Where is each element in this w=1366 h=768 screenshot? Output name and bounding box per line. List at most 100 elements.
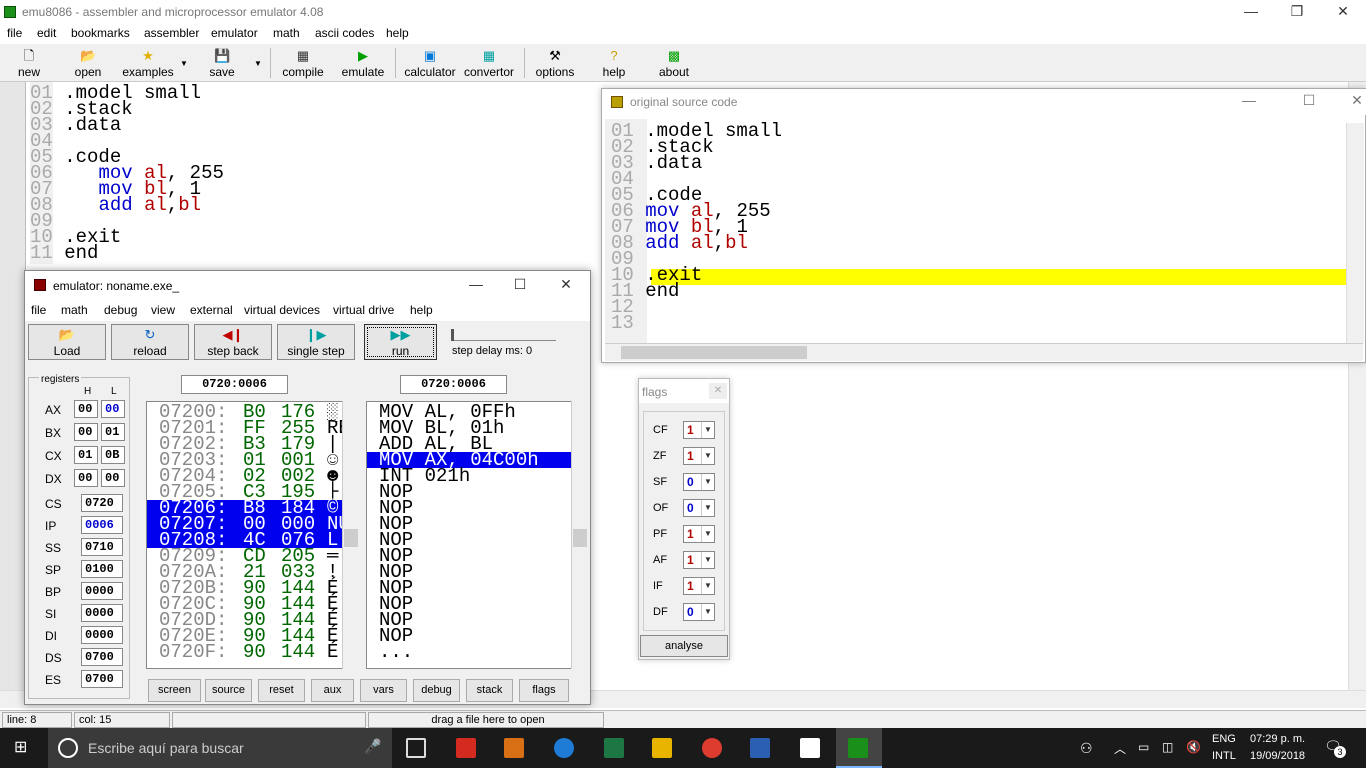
chrome-icon[interactable] (702, 738, 722, 758)
register-high[interactable]: 00 (74, 423, 98, 441)
emu-menu-file[interactable]: file (31, 303, 46, 317)
task-view-icon[interactable] (406, 738, 426, 758)
menu-emulator[interactable]: emulator (211, 26, 258, 40)
emu-menu-math[interactable]: math (61, 303, 88, 317)
disasm-address-field[interactable]: 0720:0006 (400, 375, 507, 394)
source-button[interactable]: source (205, 679, 252, 702)
register-low[interactable]: 01 (101, 423, 125, 441)
flag-value-select[interactable]: 0 ▼ (683, 603, 715, 621)
orig-maximize-button[interactable]: ☐ (1286, 89, 1332, 113)
menu-help[interactable]: help (386, 26, 409, 40)
search-box[interactable]: Escribe aquí para buscar 🎤 (48, 728, 392, 768)
options-button[interactable]: ⚒ options (530, 46, 580, 80)
register-value[interactable]: 0700 (81, 648, 123, 666)
emu-menu-virtual-devices[interactable]: virtual devices (244, 303, 320, 317)
word-icon[interactable] (750, 738, 770, 758)
disassembly-view[interactable]: MOV AL, 0FFh MOV BL, 01h ADD AL, BL MOV AX,… (366, 401, 588, 669)
compile-button[interactable]: ▦ compile (278, 46, 328, 80)
register-high[interactable]: 01 (74, 446, 98, 464)
aux-button[interactable]: aux (311, 679, 354, 702)
slider-thumb[interactable] (451, 329, 454, 341)
step-delay-slider[interactable] (451, 329, 556, 341)
disassembly-scrollbar[interactable] (571, 401, 588, 669)
emu-menu-external[interactable]: external (190, 303, 233, 317)
run-button[interactable]: ▶▶ run (364, 324, 437, 360)
minimize-button[interactable]: — (1228, 0, 1274, 24)
reload-button[interactable]: ↻ reload (111, 324, 189, 360)
single-step-button[interactable]: ❙▶ single step (277, 324, 355, 360)
register-low[interactable]: 0B (101, 446, 125, 464)
orig-h-thumb[interactable] (621, 346, 807, 359)
network-icon[interactable]: ◫ (1162, 740, 1173, 754)
language-eng[interactable]: ENG (1212, 733, 1236, 745)
calculator-button[interactable]: ▣ calculator (400, 46, 460, 80)
microphone-icon[interactable]: 🎤 (364, 738, 381, 755)
flag-value-select[interactable]: 1 ▼ (683, 447, 715, 465)
memory-row[interactable]: 0720F: 90 144 É (147, 643, 358, 662)
emu-menu-debug[interactable]: debug (104, 303, 137, 317)
volume-muted-icon[interactable]: 🔇 (1186, 740, 1201, 754)
close-button[interactable]: ✕ (1320, 0, 1366, 24)
examples-dropdown[interactable]: ▼ (176, 46, 190, 80)
emu-menu-virtual-drive[interactable]: virtual drive (333, 303, 394, 317)
menu-ascii-codes[interactable]: ascii codes (315, 26, 374, 40)
excel-icon[interactable] (604, 738, 624, 758)
vars-button[interactable]: vars (360, 679, 407, 702)
step-back-button[interactable]: ◀❙ step back (194, 324, 272, 360)
orig-horizontal-scrollbar[interactable] (605, 343, 1363, 361)
convertor-button[interactable]: ▦ convertor (460, 46, 518, 80)
orig-close-button[interactable]: ✕ (1334, 89, 1366, 113)
register-value[interactable]: 0700 (81, 670, 123, 688)
original-source-editor[interactable]: 01 .model small 02 .stack 03 .data 04 05 .c… (605, 119, 1363, 345)
clock-date[interactable]: 19/09/2018 (1250, 750, 1305, 762)
battery-icon[interactable]: ▭ (1138, 740, 1149, 754)
screen-button[interactable]: screen (148, 679, 201, 702)
emu8086-taskbar-button[interactable] (836, 728, 882, 768)
emu-menu-help[interactable]: help (410, 303, 433, 317)
emu-menu-view[interactable]: view (151, 303, 175, 317)
register-high[interactable]: 00 (74, 469, 98, 487)
file-explorer-icon[interactable] (652, 738, 672, 758)
memory-scrollbar[interactable] (342, 401, 359, 669)
register-value[interactable]: 0006 (81, 516, 123, 534)
examples-button[interactable]: ★ examples (120, 46, 176, 80)
emu-minimize-button[interactable]: — (453, 273, 499, 297)
memory-view[interactable]: 07200: B0 176 ░ 07201: FF 255 RE 07202: B3 179 | 072… (146, 401, 359, 669)
menu-bookmarks[interactable]: bookmarks (71, 26, 130, 40)
emu-close-button[interactable]: ✕ (543, 273, 589, 297)
menu-math[interactable]: math (273, 26, 300, 40)
register-value[interactable]: 0000 (81, 582, 123, 600)
chevron-up-icon[interactable]: ︿ (1114, 740, 1126, 757)
debug-button[interactable]: debug (413, 679, 460, 702)
register-value[interactable]: 0710 (81, 538, 123, 556)
acrobat-icon[interactable] (456, 738, 476, 758)
clock-time[interactable]: 07:29 p. m. (1250, 733, 1305, 745)
help-button[interactable]: ? help (596, 46, 632, 80)
about-button[interactable]: ▩ about (652, 46, 696, 80)
sticky-app-icon[interactable] (800, 738, 820, 758)
flag-value-select[interactable]: 1 ▼ (683, 551, 715, 569)
memory-address-field[interactable]: 0720:0006 (181, 375, 288, 394)
menu-assembler[interactable]: assembler (144, 26, 199, 40)
save-dropdown[interactable]: ▼ (250, 46, 264, 80)
register-low[interactable]: 00 (101, 400, 125, 418)
register-value[interactable]: 0100 (81, 560, 123, 578)
menu-edit[interactable]: edit (37, 26, 56, 40)
flag-value-select[interactable]: 1 ▼ (683, 525, 715, 543)
register-value[interactable]: 0000 (81, 626, 123, 644)
stack-button[interactable]: stack (466, 679, 513, 702)
orig-minimize-button[interactable]: — (1226, 89, 1272, 113)
emulate-button[interactable]: ▶ emulate (336, 46, 390, 80)
memory-scroll-thumb[interactable] (344, 529, 358, 547)
flag-value-select[interactable]: 1 ▼ (683, 577, 715, 595)
reset-button[interactable]: reset (258, 679, 305, 702)
register-low[interactable]: 00 (101, 469, 125, 487)
register-value[interactable]: 0720 (81, 494, 123, 512)
people-icon[interactable]: ⚇ (1080, 740, 1093, 757)
register-high[interactable]: 00 (74, 400, 98, 418)
flags-close-button[interactable]: ✕ (709, 383, 727, 399)
orig-vertical-scrollbar[interactable] (1346, 123, 1364, 343)
flags-button[interactable]: flags (519, 679, 569, 702)
register-value[interactable]: 0000 (81, 604, 123, 622)
load-button[interactable]: 📂 Load (28, 324, 106, 360)
